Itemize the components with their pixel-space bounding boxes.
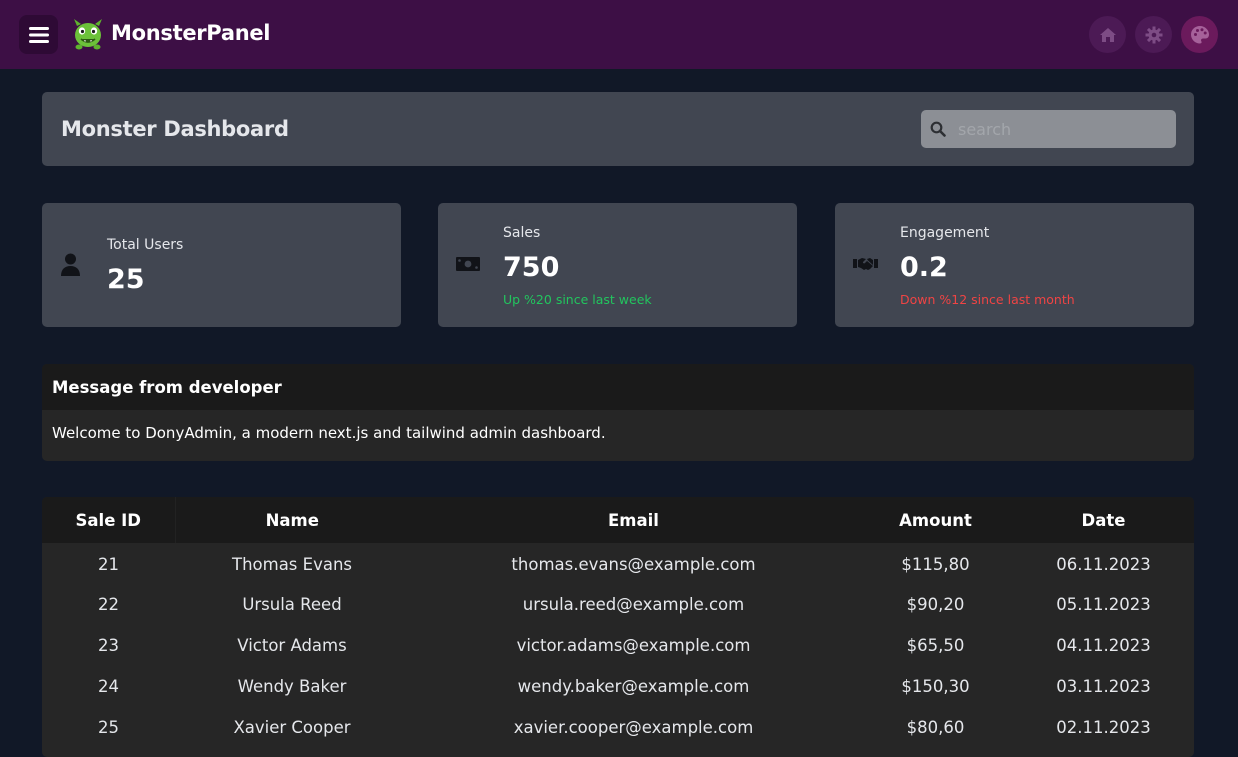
gear-icon: [1145, 26, 1162, 43]
search-box: [921, 110, 1176, 148]
message-body: Welcome to DonyAdmin, a modern next.js a…: [52, 424, 606, 442]
stat-value: 750: [503, 252, 560, 283]
cell-amount: $150,30: [901, 677, 970, 696]
cell-email: wendy.baker@example.com: [517, 677, 750, 696]
stat-value: 25: [107, 264, 145, 295]
cell-email: ursula.reed@example.com: [522, 595, 745, 614]
cell-sale-id: 21: [98, 555, 119, 574]
cell-name: Xavier Cooper: [233, 718, 351, 737]
home-icon: [1099, 27, 1116, 42]
cell-date: 06.11.2023: [1056, 555, 1151, 574]
stat-label: Sales: [503, 225, 541, 241]
column-header-name[interactable]: Name: [175, 497, 409, 543]
column-header-amount[interactable]: Amount: [858, 497, 1013, 543]
menu-button[interactable]: [19, 15, 58, 54]
cell-name: Victor Adams: [237, 636, 347, 655]
cell-date: 02.11.2023: [1056, 718, 1151, 737]
stat-label: Total Users: [107, 237, 184, 253]
home-button[interactable]: [1089, 16, 1126, 53]
cell-amount: $115,80: [901, 555, 970, 574]
page-title: Monster Dashboard: [61, 117, 289, 141]
stat-delta: Down %12 since last month: [900, 292, 1075, 307]
cell-sale-id: 24: [98, 677, 119, 696]
cell-email: xavier.cooper@example.com: [513, 718, 754, 737]
stat-value: 0.2: [900, 252, 948, 283]
monster-logo: [74, 19, 102, 50]
table-row[interactable]: 24 Wendy Baker wendy.baker@example.com $…: [42, 666, 1194, 707]
stat-card-sales: Sales 750 Up %20 since last week: [438, 203, 797, 327]
cell-name: Wendy Baker: [237, 677, 347, 696]
settings-button[interactable]: [1135, 16, 1172, 53]
cell-sale-id: 25: [98, 718, 119, 737]
table-header-row: Sale ID Name Email Amount Date: [42, 497, 1194, 543]
brand-name[interactable]: MonsterPanel: [111, 21, 271, 45]
cell-amount: $90,20: [906, 595, 965, 614]
table-row[interactable]: 23 Victor Adams victor.adams@example.com…: [42, 625, 1194, 666]
handshake-icon: [853, 258, 878, 270]
cell-amount: $80,60: [906, 718, 965, 737]
theme-button[interactable]: [1181, 16, 1218, 53]
cell-date: 04.11.2023: [1056, 636, 1151, 655]
palette-icon: [1190, 25, 1209, 43]
message-title: Message from developer: [52, 378, 282, 397]
table-row[interactable]: 25 Xavier Cooper xavier.cooper@example.c…: [42, 707, 1194, 748]
column-header-sale-id[interactable]: Sale ID: [42, 497, 176, 543]
cell-email: victor.adams@example.com: [516, 636, 751, 655]
cell-sale-id: 22: [98, 595, 119, 614]
sales-table: Sale ID Name Email Amount Date 21 Thomas…: [42, 497, 1194, 748]
cell-date: 05.11.2023: [1056, 595, 1151, 614]
top-navbar: MonsterPanel: [0, 0, 1238, 69]
money-icon: [456, 257, 480, 271]
dashboard-header: Monster Dashboard: [42, 92, 1194, 166]
table-row[interactable]: 21 Thomas Evans thomas.evans@example.com…: [42, 543, 1194, 584]
user-icon: [61, 253, 80, 276]
menu-icon: [28, 26, 49, 43]
search-input[interactable]: [958, 110, 1168, 148]
cell-name: Thomas Evans: [231, 555, 352, 574]
table-row[interactable]: 22 Ursula Reed ursula.reed@example.com $…: [42, 584, 1194, 625]
cell-sale-id: 23: [98, 636, 119, 655]
column-header-email[interactable]: Email: [409, 497, 858, 543]
sales-table-card: Sale ID Name Email Amount Date 21 Thomas…: [42, 497, 1194, 757]
stat-card-engagement: Engagement 0.2 Down %12 since last month: [835, 203, 1194, 327]
cell-email: thomas.evans@example.com: [511, 555, 756, 574]
cell-date: 03.11.2023: [1056, 677, 1151, 696]
stat-card-total-users: Total Users 25: [42, 203, 401, 327]
message-header: Message from developer: [42, 364, 1194, 410]
column-header-date[interactable]: Date: [1013, 497, 1194, 543]
cell-amount: $65,50: [906, 636, 965, 655]
cell-name: Ursula Reed: [242, 595, 342, 614]
stat-label: Engagement: [900, 225, 990, 241]
search-icon: [930, 121, 946, 137]
stat-delta: Up %20 since last week: [503, 292, 652, 307]
developer-message-card: Message from developer Welcome to DonyAd…: [42, 364, 1194, 461]
